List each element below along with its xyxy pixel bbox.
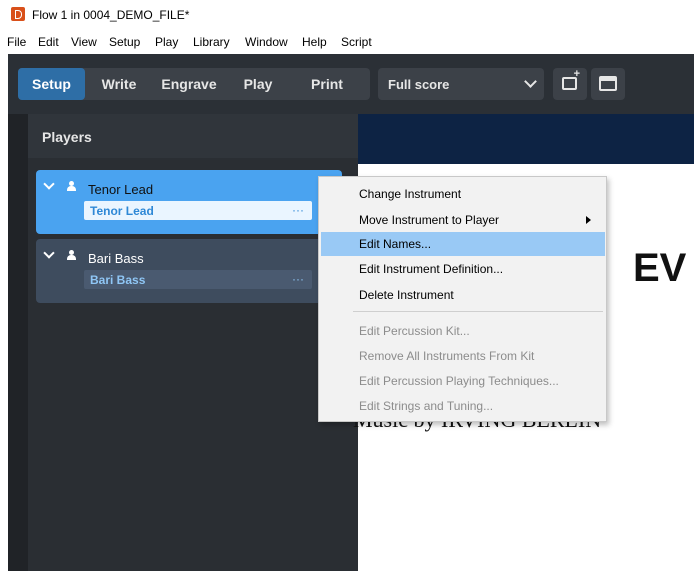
- submenu-arrow-icon: [586, 216, 591, 224]
- instrument-row[interactable]: Bari Bass ···: [84, 270, 312, 289]
- player-card-bari-bass[interactable]: Bari Bass Bari Bass ···: [36, 239, 342, 303]
- menu-separator: [353, 311, 603, 312]
- player-name: Bari Bass: [88, 251, 144, 266]
- left-zone-strip: [8, 114, 28, 571]
- chevron-down-icon: [524, 75, 537, 88]
- tab-engrave[interactable]: Engrave: [151, 68, 227, 100]
- toolbar: Setup Write Engrave Play Print Full scor…: [8, 54, 694, 114]
- player-card-tenor-lead[interactable]: Tenor Lead Tenor Lead ···: [36, 170, 342, 234]
- window-title: Flow 1 in 0004_DEMO_FILE*: [32, 8, 190, 22]
- menu-item-label: Delete Instrument: [359, 288, 454, 302]
- menu-item-edit-percussion-kit: Edit Percussion Kit...: [321, 319, 605, 343]
- menu-item-label: Edit Strings and Tuning...: [359, 399, 494, 413]
- players-panel-title: Players: [42, 129, 92, 145]
- title-bar: Flow 1 in 0004_DEMO_FILE*: [0, 0, 694, 30]
- layout-select[interactable]: Full score: [378, 68, 544, 100]
- score-title: EV: [633, 246, 687, 290]
- menu-item-label: Edit Percussion Playing Techniques...: [359, 374, 559, 388]
- instrument-context-menu: Change Instrument Move Instrument to Pla…: [318, 176, 607, 422]
- new-layout-button[interactable]: [553, 68, 587, 100]
- menu-item-label: Edit Instrument Definition...: [359, 262, 504, 276]
- more-options-icon[interactable]: ···: [292, 272, 304, 286]
- chevron-down-icon[interactable]: [43, 178, 55, 190]
- layout-select-value: Full score: [388, 77, 450, 92]
- person-icon: [67, 181, 76, 191]
- menu-item-edit-percussion-techniques: Edit Percussion Playing Techniques...: [321, 369, 605, 393]
- menu-item-move-instrument[interactable]: Move Instrument to Player: [321, 208, 605, 232]
- player-name: Tenor Lead: [88, 182, 154, 197]
- menu-library[interactable]: Library: [193, 35, 230, 49]
- menu-bar: File Edit View Setup Play Library Window…: [0, 30, 694, 54]
- menu-item-label: Remove All Instruments From Kit: [359, 349, 535, 363]
- menu-item-edit-strings-tuning: Edit Strings and Tuning...: [321, 394, 605, 418]
- tab-write[interactable]: Write: [91, 68, 147, 100]
- tab-print[interactable]: Print: [288, 68, 366, 100]
- menu-item-remove-all-instruments: Remove All Instruments From Kit: [321, 344, 605, 368]
- instrument-row[interactable]: Tenor Lead ···: [84, 201, 312, 220]
- menu-item-edit-names[interactable]: Edit Names...: [321, 232, 605, 256]
- menu-window[interactable]: Window: [245, 35, 288, 49]
- tab-play[interactable]: Play: [232, 68, 284, 100]
- menu-item-delete-instrument[interactable]: Delete Instrument: [321, 283, 605, 307]
- menu-file[interactable]: File: [7, 35, 26, 49]
- add-window-icon: [562, 68, 580, 90]
- menu-play[interactable]: Play: [155, 35, 178, 49]
- menu-item-label: Edit Names...: [359, 237, 432, 251]
- instrument-name: Bari Bass: [90, 273, 146, 287]
- instrument-name: Tenor Lead: [90, 204, 154, 218]
- menu-item-label: Edit Percussion Kit...: [359, 324, 470, 338]
- mode-tabs: Setup Write Engrave Play Print: [18, 68, 370, 100]
- menu-item-change-instrument[interactable]: Change Instrument: [321, 182, 605, 206]
- menu-setup[interactable]: Setup: [109, 35, 140, 49]
- menu-script[interactable]: Script: [341, 35, 372, 49]
- menu-item-label: Change Instrument: [359, 187, 462, 201]
- score-header-band: [358, 114, 694, 164]
- chevron-down-icon[interactable]: [43, 247, 55, 259]
- menu-item-label: Move Instrument to Player: [359, 213, 500, 227]
- menu-edit[interactable]: Edit: [38, 35, 59, 49]
- menu-item-edit-instrument-definition[interactable]: Edit Instrument Definition...: [321, 257, 605, 281]
- more-options-icon[interactable]: ···: [292, 203, 304, 217]
- dorico-app-icon: [11, 7, 25, 21]
- menu-help[interactable]: Help: [302, 35, 327, 49]
- tab-setup[interactable]: Setup: [18, 68, 85, 100]
- person-icon: [67, 250, 76, 260]
- window-mode-button[interactable]: [591, 68, 625, 100]
- players-panel-header: Players: [28, 114, 358, 158]
- menu-view[interactable]: View: [71, 35, 97, 49]
- window-icon: [599, 76, 617, 91]
